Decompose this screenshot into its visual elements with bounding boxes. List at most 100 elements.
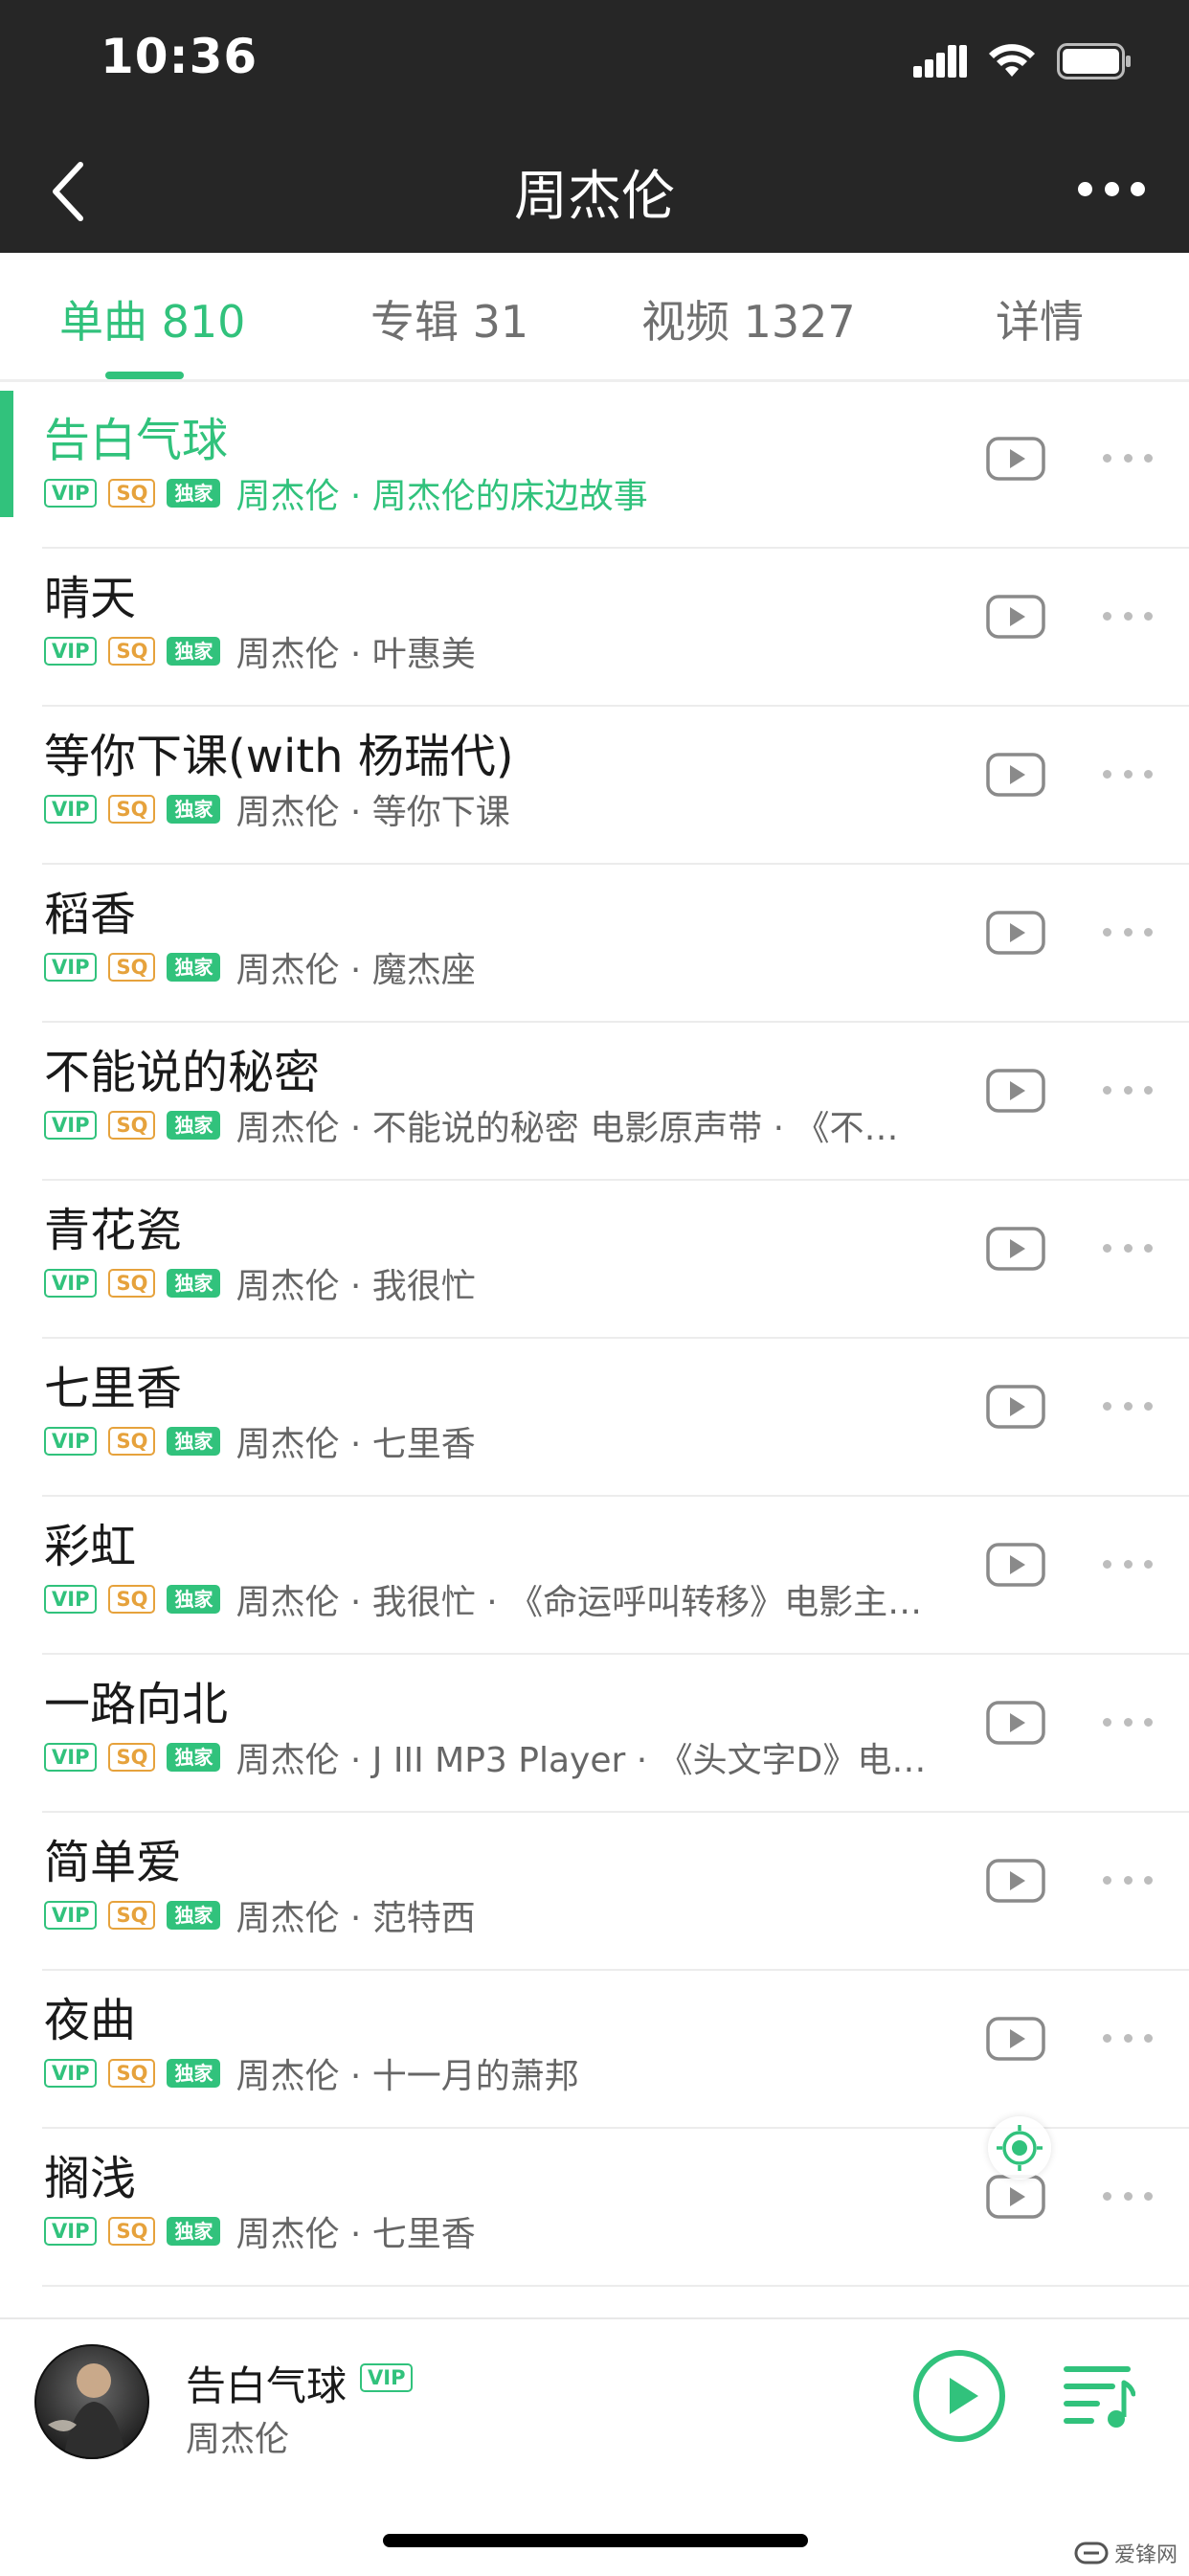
album-cover[interactable] [34,2344,149,2459]
more-dot-icon [1144,612,1153,621]
song-row[interactable]: 彩虹 VIP SQ 独家 周杰伦 · 我很忙 · 《命运呼叫转移》电影主… [0,1497,1189,1655]
play-mv-button[interactable] [986,753,1045,797]
more-dot-icon [1103,1876,1111,1885]
vip-badge: VIP [44,2059,98,2088]
song-meta: VIP SQ 独家 周杰伦 · 七里香 [44,1417,476,1465]
tab-details[interactable]: 详情 [996,287,1084,350]
play-mv-button[interactable] [986,2175,1045,2219]
vip-badge: VIP [44,637,98,666]
now-playing-vip-badge: VIP [360,2363,414,2392]
sq-badge: SQ [108,479,156,508]
sq-badge: SQ [108,1427,156,1456]
play-mv-button[interactable] [986,1069,1045,1113]
more-dot-icon [1123,1876,1133,1885]
song-row[interactable]: 简单爱 VIP SQ 独家 周杰伦 · 范特西 [0,1813,1189,1971]
now-playing-indicator [0,391,13,517]
active-tab-indicator [105,372,184,379]
song-title: 彩虹 [44,1520,137,1573]
song-more-button[interactable] [1103,2192,1153,2202]
playlist-icon [1064,2366,1136,2428]
play-mv-button[interactable] [986,1701,1045,1745]
exclusive-badge: 独家 [167,953,221,982]
song-more-button[interactable] [1103,1876,1153,1886]
song-row[interactable]: 夜曲 VIP SQ 独家 周杰伦 · 十一月的萧邦 [0,1971,1189,2129]
exclusive-badge: 独家 [167,1901,221,1930]
song-more-button[interactable] [1103,1244,1153,1254]
more-dot-icon [1123,1718,1133,1727]
tab-albums[interactable]: 专辑 31 [370,287,528,350]
song-more-button[interactable] [1103,928,1153,938]
song-row[interactable]: 晴天 VIP SQ 独家 周杰伦 · 叶惠美 [0,549,1189,707]
song-more-button[interactable] [1103,1718,1153,1728]
more-dot-icon [1144,1718,1153,1727]
song-more-button[interactable] [1103,1402,1153,1412]
exclusive-badge: 独家 [167,479,221,508]
more-dot-icon [1144,1560,1153,1569]
song-more-button[interactable] [1103,770,1153,780]
play-mv-button[interactable] [986,595,1045,639]
artist-album-text: 周杰伦 · J III MP3 Player · 《头文字D》电… [236,1741,927,1780]
song-row[interactable]: 安静 [0,2287,1189,2294]
sq-badge: SQ [108,795,156,824]
play-mv-button[interactable] [986,2017,1045,2061]
song-meta: VIP SQ 独家 周杰伦 · 魔杰座 [44,943,476,991]
exclusive-badge: 独家 [167,1585,221,1614]
artist-album-text: 周杰伦 · 我很忙 [236,1267,476,1306]
locate-target-icon [997,2125,1043,2171]
more-dot-icon [1123,1560,1133,1569]
locate-current-song-button[interactable] [988,2116,1051,2180]
play-mv-button[interactable] [986,1543,1045,1587]
song-title: 一路向北 [44,1678,229,1731]
more-dot-icon [1103,2034,1111,2043]
more-dot-icon [1103,2192,1111,2201]
video-play-icon [986,911,1045,955]
tab-videos[interactable]: 视频 1327 [641,287,856,350]
song-more-button[interactable] [1103,454,1153,463]
song-title: 等你下课(with 杨瑞代) [44,730,514,783]
song-row[interactable]: 告白气球 VIP SQ 独家 周杰伦 · 周杰伦的床边故事 [0,391,1189,549]
play-mv-button[interactable] [986,1385,1045,1429]
play-button[interactable] [911,2348,1007,2444]
home-indicator[interactable] [383,2534,808,2547]
artist-album-text: 周杰伦 · 十一月的萧邦 [236,2057,579,2096]
song-title: 稻香 [44,888,137,941]
play-mv-button[interactable] [986,1227,1045,1271]
song-more-button[interactable] [1103,612,1153,621]
song-meta: VIP SQ 独家 周杰伦 · 十一月的萧邦 [44,2049,579,2097]
more-dot-icon [1103,770,1111,779]
page-title: 周杰伦 [514,166,675,228]
vip-badge: VIP [44,953,98,982]
song-more-button[interactable] [1103,2034,1153,2044]
more-dot-icon [1123,1402,1133,1411]
tab-singles[interactable]: 单曲 810 [59,287,245,350]
more-options-button[interactable] [1078,174,1145,203]
vip-badge: VIP [44,1585,98,1614]
play-mv-button[interactable] [986,911,1045,955]
vip-badge: VIP [44,795,98,824]
song-row[interactable]: 不能说的秘密 VIP SQ 独家 周杰伦 · 不能说的秘密 电影原声带 · 《不… [0,1023,1189,1181]
playlist-button[interactable] [1063,2361,1136,2430]
sq-badge: SQ [108,1269,156,1298]
watermark-text: 爱锋网 [1113,2543,1178,2567]
song-row[interactable]: 稻香 VIP SQ 独家 周杰伦 · 魔杰座 [0,865,1189,1023]
play-mv-button[interactable] [986,437,1045,481]
song-row[interactable]: 青花瓷 VIP SQ 独家 周杰伦 · 我很忙 [0,1181,1189,1339]
watermark: 爱锋网 [1074,2538,1178,2568]
more-dot-icon [1144,1244,1153,1253]
song-meta: VIP SQ 独家 周杰伦 · 我很忙 [44,1259,476,1307]
song-row[interactable]: 一路向北 VIP SQ 独家 周杰伦 · J III MP3 Player · … [0,1655,1189,1813]
song-more-button[interactable] [1103,1086,1153,1096]
song-row[interactable]: 等你下课(with 杨瑞代) VIP SQ 独家 周杰伦 · 等你下课 [0,707,1189,865]
more-dot-icon [1123,2192,1133,2201]
song-more-button[interactable] [1103,1560,1153,1570]
more-dot-icon [1123,2034,1133,2043]
sq-badge: SQ [108,1743,156,1772]
more-dot-icon [1131,181,1145,196]
more-dot-icon [1144,454,1153,463]
song-title: 晴天 [44,572,137,625]
artist-album-text: 周杰伦 · 魔杰座 [236,951,476,990]
song-row[interactable]: 七里香 VIP SQ 独家 周杰伦 · 七里香 [0,1339,1189,1497]
song-meta: VIP SQ 独家 周杰伦 · 等你下课 [44,785,510,833]
play-mv-button[interactable] [986,1859,1045,1903]
more-dot-icon [1144,1086,1153,1095]
